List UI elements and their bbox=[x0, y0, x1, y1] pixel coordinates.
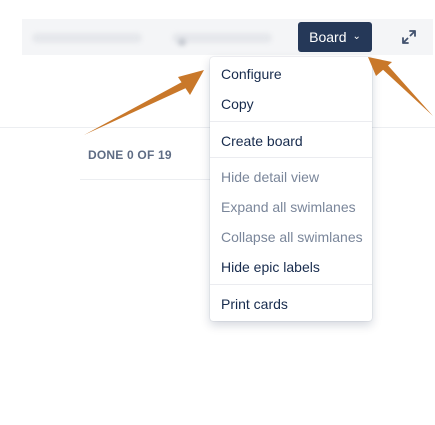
divider bbox=[0, 127, 210, 128]
board-dropdown-menu: Configure Copy Create board Hide detail … bbox=[210, 57, 372, 321]
menu-item-collapse-swimlanes[interactable]: Collapse all swimlanes bbox=[221, 229, 363, 245]
blurred-icon bbox=[178, 38, 186, 46]
divider bbox=[80, 179, 210, 180]
menu-separator bbox=[210, 157, 372, 158]
menu-item-hide-epic-labels[interactable]: Hide epic labels bbox=[221, 259, 320, 275]
menu-item-create-board[interactable]: Create board bbox=[221, 133, 303, 149]
board-button-label: Board bbox=[309, 29, 347, 45]
column-header-done: DONE 0 OF 19 bbox=[88, 148, 172, 162]
arrow-to-board-button bbox=[368, 57, 433, 116]
menu-item-print-cards[interactable]: Print cards bbox=[221, 296, 288, 312]
menu-item-copy[interactable]: Copy bbox=[221, 96, 254, 112]
chevron-down-icon: ⌄ bbox=[352, 31, 361, 42]
expand-icon[interactable] bbox=[397, 25, 421, 49]
blurred-text bbox=[172, 33, 272, 43]
divider bbox=[372, 127, 435, 128]
menu-separator bbox=[210, 284, 372, 285]
arrow-to-configure bbox=[84, 70, 204, 135]
board-menu-button[interactable]: Board ⌄ bbox=[298, 22, 372, 52]
menu-item-expand-swimlanes[interactable]: Expand all swimlanes bbox=[221, 199, 356, 215]
menu-separator bbox=[210, 121, 372, 122]
blurred-text bbox=[32, 33, 142, 43]
menu-item-hide-detail-view[interactable]: Hide detail view bbox=[221, 169, 319, 185]
menu-item-configure[interactable]: Configure bbox=[221, 66, 282, 82]
